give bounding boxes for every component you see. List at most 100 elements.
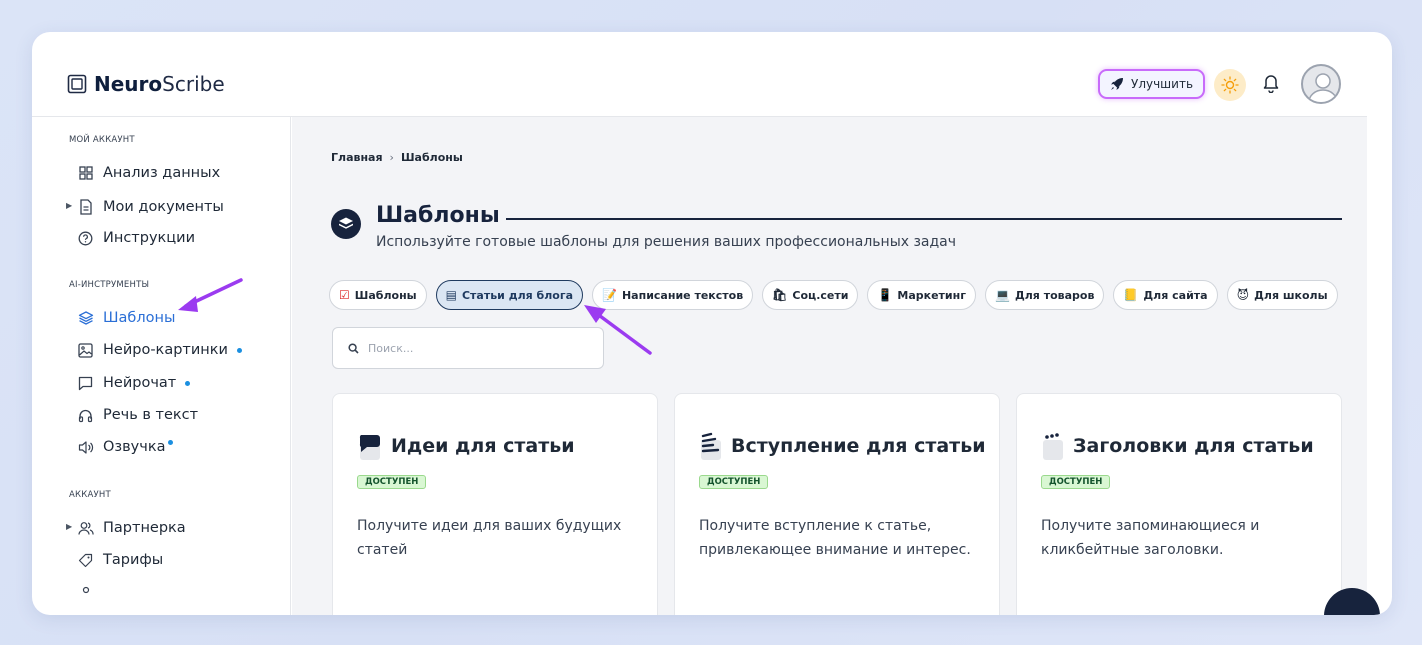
tab-for-products[interactable]: 💻 Для товаров <box>985 280 1105 310</box>
card-description: Получите идеи для ваших будущих статей <box>357 518 622 558</box>
tab-label: Для сайта <box>1143 288 1208 302</box>
tab-label: Для товаров <box>1014 288 1095 302</box>
checkbox-icon: ☑ <box>339 288 350 302</box>
tab-label: Статьи для блога <box>461 288 574 302</box>
avatar[interactable] <box>1301 64 1341 104</box>
search-placeholder: Поиск... <box>368 341 414 355</box>
users-icon <box>77 520 94 537</box>
sidebar-item-voiceover[interactable]: Озвучка <box>77 437 174 457</box>
tab-for-website[interactable]: 📒 Для сайта <box>1113 280 1218 310</box>
grid-icon <box>77 165 94 182</box>
upgrade-label: Улучшить <box>1131 77 1194 91</box>
sidebar-item-data-analysis[interactable]: Анализ данных <box>77 163 220 183</box>
logo-light-text: Scribe <box>162 72 225 96</box>
sidebar-item-cutoff[interactable] <box>77 583 94 597</box>
sidebar-item-label: Мои документы <box>103 199 224 215</box>
card-header: Заголовки для статьи <box>1041 432 1314 460</box>
template-card[interactable]: Вступление для статьи ДОСТУПЕН Получите … <box>674 393 1000 615</box>
sidebar-item-instructions[interactable]: Инструкции <box>77 228 195 248</box>
expand-caret-icon[interactable]: ▶ <box>66 201 72 210</box>
sidebar-section-my-account: МОЙ АККАУНТ <box>69 135 135 145</box>
headphones-icon <box>77 407 94 424</box>
sidebar-item-label: Речь в текст <box>103 407 199 423</box>
sidebar-item-my-documents[interactable]: Мои документы <box>77 197 224 217</box>
speaker-icon <box>77 439 94 456</box>
card-title: Заголовки для статьи <box>1073 435 1314 457</box>
sidebar-item-label: Нейро-картинки <box>103 342 228 358</box>
sidebar-item-neurochat[interactable]: Нейрочат <box>77 373 191 393</box>
lines-icon <box>701 432 721 460</box>
tab-label: Шаблоны <box>354 288 417 302</box>
logo-bold-text: Neuro <box>94 72 163 96</box>
tab-label: Для школы <box>1254 288 1328 302</box>
sidebar-item-label: Анализ данных <box>103 165 221 181</box>
breadcrumb-home[interactable]: Главная <box>331 151 383 164</box>
page-title: Шаблоны <box>376 203 500 228</box>
card-title: Вступление для статьи <box>731 435 986 457</box>
sidebar-item-neuro-images[interactable]: Нейро-картинки <box>77 340 242 360</box>
main-content: Главная › Шаблоны Шаблоны Используйте го… <box>292 117 1367 615</box>
status-badge: ДОСТУПЕН <box>699 475 769 489</box>
devil-face-icon: 😈 <box>1236 288 1250 302</box>
logo-icon <box>67 74 87 94</box>
sidebar-section-ai-tools: AI-ИНСТРУМЕНТЫ <box>69 280 150 290</box>
new-indicator-dot <box>236 347 242 353</box>
notifications-button[interactable] <box>1262 73 1280 97</box>
document-icon <box>77 199 94 216</box>
tab-marketing[interactable]: 📱 Маркетинг <box>867 280 976 310</box>
tab-templates[interactable]: ☑ Шаблоны <box>329 280 427 310</box>
tab-label: Соц.сети <box>792 288 849 302</box>
sidebar-item-label: Нейрочат <box>103 375 177 391</box>
notebook-icon: ▤ <box>445 288 457 302</box>
tag-icon <box>77 552 94 569</box>
user-avatar-icon <box>1308 73 1338 102</box>
shopping-bags-icon: 🛍 <box>772 288 788 302</box>
breadcrumb: Главная › Шаблоны <box>331 151 463 164</box>
tab-label: Маркетинг <box>897 288 966 302</box>
bell-icon <box>1263 75 1279 94</box>
clapper-icon <box>1043 433 1063 460</box>
sun-icon <box>1221 76 1239 94</box>
sidebar-item-tariffs[interactable]: Тарифы <box>77 550 163 570</box>
breadcrumb-separator: › <box>389 151 394 164</box>
sidebar-item-label: Озвучка <box>103 439 166 455</box>
status-badge: ДОСТУПЕН <box>1041 475 1111 489</box>
page-title-layers-icon <box>331 209 361 239</box>
sidebar-section-account: АККАУНТ <box>69 490 111 500</box>
sidebar-item-partners[interactable]: Партнерка <box>77 518 186 538</box>
image-icon <box>77 342 94 359</box>
sidebar-item-label: Шаблоны <box>103 310 176 326</box>
upgrade-button[interactable]: Улучшить <box>1098 69 1206 99</box>
search-input[interactable]: Поиск... <box>332 327 604 369</box>
template-card[interactable]: Идеи для статьи ДОСТУПЕН Получите идеи д… <box>332 393 658 615</box>
tab-blog-articles[interactable]: ▤ Статьи для блога <box>435 280 584 310</box>
sidebar-item-speech-to-text[interactable]: Речь в текст <box>77 405 198 425</box>
template-card[interactable]: Заголовки для статьи ДОСТУПЕН Получите з… <box>1016 393 1342 615</box>
laptop-icon: 💻 <box>995 288 1010 302</box>
help-circle-icon <box>77 230 94 247</box>
layers-icon <box>77 310 94 327</box>
chat-icon <box>77 375 94 392</box>
ledger-icon: 📒 <box>1123 288 1139 302</box>
sidebar: МОЙ АККАУНТ Анализ данных ▶ Мои документ… <box>32 117 291 615</box>
new-indicator-dot <box>185 380 191 386</box>
app-window: NeuroScribe Улучшить МОЙ АККАУНТ Анализ … <box>32 32 1392 615</box>
card-header: Вступление для статьи <box>699 432 986 460</box>
card-title: Идеи для статьи <box>391 435 575 457</box>
speech-bubble-icon <box>359 435 380 460</box>
status-badge: ДОСТУПЕН <box>357 475 427 489</box>
search-icon <box>348 342 359 354</box>
tab-for-school[interactable]: 😈 Для школы <box>1226 280 1338 310</box>
tab-social-media[interactable]: 🛍 Соц.сети <box>762 280 859 310</box>
top-bar: NeuroScribe Улучшить <box>32 32 1367 117</box>
breadcrumb-current: Шаблоны <box>400 151 463 164</box>
expand-caret-icon[interactable]: ▶ <box>66 522 72 531</box>
gear-icon <box>77 583 94 597</box>
sidebar-item-templates[interactable]: Шаблоны <box>77 308 175 328</box>
tab-label: Написание текстов <box>621 288 744 302</box>
rocket-icon <box>1111 78 1123 90</box>
logo[interactable]: NeuroScribe <box>67 72 225 96</box>
memo-icon: 📝 <box>602 288 617 302</box>
theme-toggle[interactable] <box>1214 69 1246 101</box>
tab-text-writing[interactable]: 📝 Написание текстов <box>592 280 754 310</box>
